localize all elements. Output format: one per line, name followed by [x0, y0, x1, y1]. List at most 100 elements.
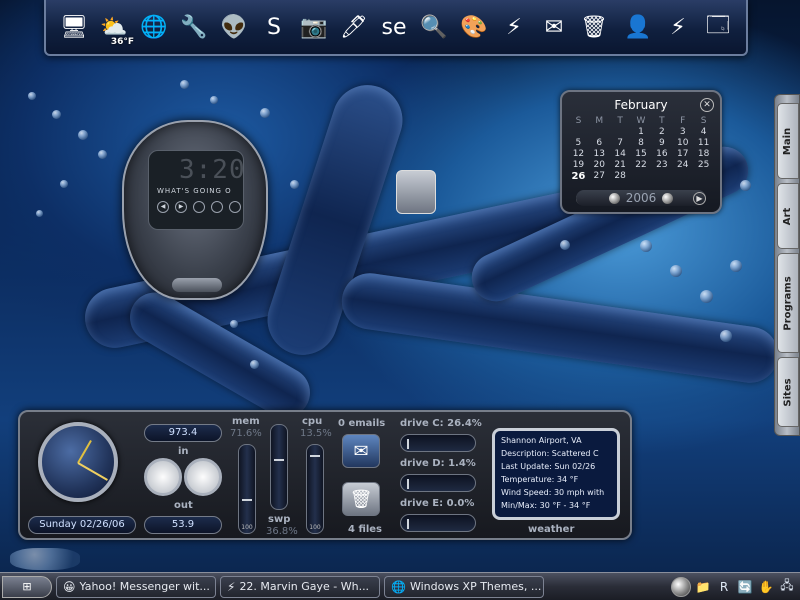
tools-icon[interactable]: 🔧 — [176, 9, 212, 45]
emails-label: 0 emails — [338, 418, 386, 429]
calendar-next-button[interactable]: ▶ — [693, 192, 706, 205]
dock-icon-glyph: 👽 — [220, 14, 248, 40]
drive-c-label: drive C: 26.4% — [400, 418, 482, 429]
drive-d-level — [407, 479, 409, 489]
weather-location: Shannon Airport, VA — [501, 436, 582, 445]
calendar-day[interactable]: 13 — [589, 149, 610, 159]
mail-icon[interactable]: ✉ — [342, 434, 380, 468]
camera-icon[interactable]: 📷 — [296, 9, 332, 45]
player-time: 3:20 — [179, 155, 246, 185]
menu-button[interactable] — [229, 201, 241, 213]
dock-icon-glyph: 📷 — [300, 14, 328, 40]
calendar-day[interactable]: 10 — [672, 138, 693, 148]
folder-tray-icon[interactable]: 📁 — [694, 578, 712, 596]
winamp-icon: ⚡ — [227, 579, 236, 594]
browser-icon[interactable]: 🌐 — [136, 9, 172, 45]
calendar-day — [672, 171, 693, 182]
search-icon[interactable]: 🔍 — [416, 9, 452, 45]
calendar-day[interactable]: 24 — [672, 160, 693, 170]
sync-tray-icon[interactable]: 🔄 — [736, 578, 754, 596]
weather-icon[interactable]: ⛅ 36°F — [96, 9, 134, 48]
analog-clock — [38, 422, 118, 502]
calendar-day[interactable]: 5 — [568, 138, 589, 148]
tab-label: Main — [782, 127, 794, 155]
lightning-icon[interactable]: ⚡ — [496, 9, 532, 45]
calendar-day[interactable]: 2 — [651, 127, 672, 137]
calendar-day-today[interactable]: 26 — [568, 171, 589, 182]
player-bottom-handle[interactable] — [172, 278, 222, 292]
knob-icon — [608, 192, 620, 204]
monitor-icon[interactable]: 🖥 — [56, 9, 92, 45]
calendar-day[interactable]: 1 — [631, 127, 652, 137]
dock-icon-glyph: 🗔 — [706, 13, 730, 38]
tab-main[interactable]: Main — [777, 103, 799, 179]
calendar-day[interactable]: 22 — [631, 160, 652, 170]
wallpaper-bubble — [36, 210, 43, 217]
wallpaper-bubble — [260, 108, 270, 118]
recycle-bin-icon[interactable]: 🗑 — [576, 9, 612, 45]
calendar-day[interactable]: 28 — [610, 171, 631, 182]
taskbar-button[interactable]: 🌐 Windows XP Themes, ... — [384, 575, 544, 598]
player-controls: ◀ ▶ — [157, 201, 241, 213]
mail-icon[interactable]: ✉ — [536, 9, 572, 45]
alien-icon[interactable]: 👽 — [216, 9, 252, 45]
hand-tray-icon[interactable]: ✋ — [757, 578, 775, 596]
dock-icon-glyph: 🔍 — [420, 14, 448, 40]
window-icon[interactable]: 🗔 — [700, 9, 736, 45]
clock-hour-hand — [77, 439, 92, 464]
calendar-day[interactable]: 20 — [589, 160, 610, 170]
cpu-bar: 100 — [306, 444, 324, 534]
drive-d-label: drive D: 1.4% — [400, 458, 476, 469]
calendar-day[interactable]: 25 — [693, 160, 714, 170]
date-display: Sunday 02/26/06 — [28, 516, 136, 534]
r-tray-icon[interactable]: R — [715, 578, 733, 596]
calendar-day[interactable]: 27 — [589, 171, 610, 182]
taskbar-button[interactable]: ⚡ 22. Marvin Gaye - Wh... — [220, 575, 380, 598]
next-button[interactable] — [211, 201, 223, 213]
paint-icon[interactable]: 🎨 — [456, 9, 492, 45]
recycle-bin-icon[interactable]: 🗑 — [342, 482, 380, 516]
calendar-day — [610, 127, 631, 137]
network-tray-icon[interactable]: 🖧 — [778, 578, 796, 596]
calendar-day[interactable]: 15 — [631, 149, 652, 159]
close-icon[interactable]: ✕ — [700, 98, 714, 112]
calendar-day — [589, 127, 610, 137]
user-icon[interactable]: 👤 — [620, 9, 656, 45]
tab-art[interactable]: Art — [777, 183, 799, 249]
calendar-day[interactable]: 14 — [610, 149, 631, 159]
monitor-pen-icon[interactable]: 🖊 — [336, 9, 372, 45]
calendar-day[interactable]: 23 — [651, 160, 672, 170]
calendar-day[interactable]: 7 — [610, 138, 631, 148]
play-button[interactable]: ▶ — [175, 201, 187, 213]
orb-icon[interactable] — [671, 576, 691, 597]
dock-icon-glyph: ✉ — [544, 14, 564, 40]
wallpaper-tentacle — [338, 269, 782, 387]
swp-value: 36.8% — [266, 526, 298, 537]
calendar-day[interactable]: 18 — [693, 149, 714, 159]
wallpaper-bubble — [290, 180, 299, 189]
calendar-day[interactable]: 21 — [610, 160, 631, 170]
previous-button[interactable]: ◀ — [157, 201, 169, 213]
calendar-day[interactable]: 12 — [568, 149, 589, 159]
mem-label: mem — [232, 416, 260, 427]
calendar-day[interactable]: 4 — [693, 127, 714, 137]
calendar-day[interactable]: 11 — [693, 138, 714, 148]
mem-bar-scale: 100 — [241, 524, 253, 531]
tab-sites[interactable]: Sites — [777, 357, 799, 427]
calendar-day[interactable]: 6 — [589, 138, 610, 148]
tab-label: Programs — [782, 275, 794, 331]
calendar-day[interactable]: 19 — [568, 160, 589, 170]
calendar-day[interactable]: 16 — [651, 149, 672, 159]
calendar-day[interactable]: 17 — [672, 149, 693, 159]
skype-icon[interactable]: S — [256, 9, 292, 45]
lightning-icon[interactable]: ⚡ — [660, 9, 696, 45]
stop-button[interactable] — [193, 201, 205, 213]
se-icon[interactable]: se — [376, 9, 412, 45]
taskbar-button[interactable]: 😀 Yahoo! Messenger wit... — [56, 575, 216, 598]
swp-bar — [270, 424, 288, 510]
start-button[interactable]: ⊞ — [2, 575, 52, 598]
calendar-day[interactable]: 9 — [651, 138, 672, 148]
calendar-day[interactable]: 8 — [631, 138, 652, 148]
tab-programs[interactable]: Programs — [777, 253, 799, 353]
calendar-day[interactable]: 3 — [672, 127, 693, 137]
